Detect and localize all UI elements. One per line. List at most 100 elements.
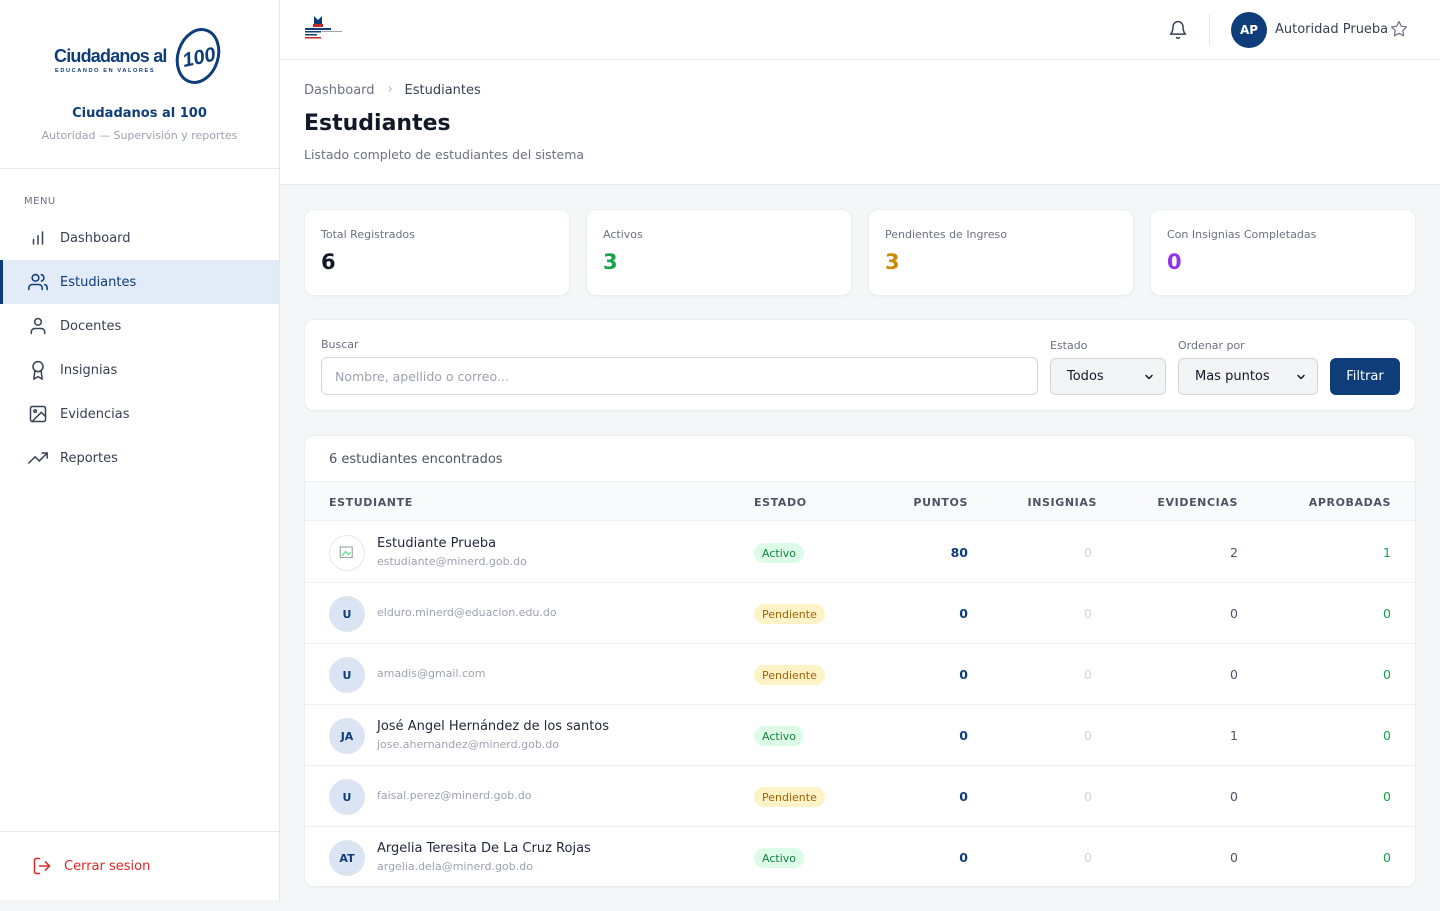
estado-label: Estado: [1050, 339, 1088, 352]
sidebar-item-label: Evidencias: [60, 406, 130, 422]
col-insignias[interactable]: INSIGNIAS: [1028, 496, 1097, 509]
evidences-value: 2: [1230, 545, 1238, 560]
student-avatar: AT: [329, 840, 365, 876]
sidebar-item-reportes[interactable]: Reportes: [0, 436, 279, 480]
menu-label: MENU: [24, 196, 56, 207]
sidebar-item-evidencias[interactable]: Evidencias: [0, 392, 279, 436]
logout-icon: [32, 856, 52, 876]
student-name: José Angel Hernández de los santos: [377, 719, 610, 734]
student-avatar: U: [329, 657, 365, 693]
filter-button[interactable]: Filtrar: [1330, 358, 1400, 395]
points-value: 0: [959, 606, 968, 621]
stat-value: 6: [321, 250, 336, 274]
col-estudiante[interactable]: ESTUDIANTE: [329, 496, 413, 509]
user-avatar[interactable]: AP: [1231, 12, 1267, 48]
estado-select[interactable]: Todos: [1050, 358, 1166, 395]
approved-value: 0: [1383, 667, 1391, 682]
logout-label: Cerrar sesion: [64, 858, 151, 874]
table-row[interactable]: U elduro.minerd@eduacion.edu.do Pendient…: [305, 583, 1415, 644]
stat-card-activos: Activos 3: [586, 209, 852, 296]
status-badge: Activo: [754, 726, 804, 746]
evidences-value: 0: [1230, 789, 1238, 804]
student-email: estudiante@minerd.gob.do: [377, 555, 527, 568]
sidebar-nav: Dashboard Estudiantes Docentes Insignias…: [0, 216, 279, 480]
sidebar-item-label: Reportes: [60, 450, 118, 466]
student-avatar: JA: [329, 718, 365, 754]
stat-value: 3: [603, 250, 618, 274]
table-row[interactable]: AT Argelia Teresita De La Cruz Rojas arg…: [305, 827, 1415, 886]
student-email: faisal.perez@minerd.gob.do: [377, 789, 532, 802]
page-title: Estudiantes: [304, 111, 451, 136]
table-row[interactable]: U faisal.perez@minerd.gob.do Pendiente 0…: [305, 766, 1415, 827]
orden-label: Ordenar por: [1178, 339, 1245, 352]
logo-number: 100: [180, 44, 217, 72]
student-avatar: U: [329, 596, 365, 632]
badges-value: 0: [1084, 850, 1092, 865]
award-icon: [28, 360, 48, 380]
status-badge: Pendiente: [754, 787, 825, 807]
orden-select-value: Mas puntos: [1195, 369, 1270, 384]
bar-chart-icon: [28, 228, 48, 248]
breadcrumb-current: Estudiantes: [404, 83, 481, 98]
status-badge: Activo: [754, 848, 804, 868]
points-value: 0: [959, 789, 968, 804]
sidebar-item-label: Dashboard: [60, 230, 131, 246]
chevron-down-icon: [1295, 371, 1307, 387]
evidences-value: 0: [1230, 606, 1238, 621]
stat-card-insignias: Con Insignias Completadas 0: [1150, 209, 1416, 296]
table-row[interactable]: Estudiante Prueba estudiante@minerd.gob.…: [305, 522, 1415, 583]
star-icon[interactable]: [1390, 20, 1408, 42]
table-header: ESTUDIANTE ESTADO PUNTOS INSIGNIAS EVIDE…: [305, 481, 1415, 521]
results-count: 6 estudiantes encontrados: [329, 452, 503, 467]
brand-title: Ciudadanos al 100: [72, 106, 207, 121]
badges-value: 0: [1084, 606, 1092, 621]
student-avatar: U: [329, 779, 365, 815]
breadcrumb: Dashboard Estudiantes: [304, 83, 481, 98]
status-badge: Activo: [754, 543, 804, 563]
brand-subtitle: Autoridad — Supervisión y reportes: [41, 129, 238, 142]
stat-label: Activos: [603, 228, 643, 241]
badges-value: 0: [1084, 667, 1092, 682]
sidebar-item-label: Docentes: [60, 318, 122, 334]
search-input[interactable]: [321, 357, 1038, 395]
orden-select[interactable]: Mas puntos: [1178, 358, 1318, 395]
logo-text: Ciudadanos al: [54, 46, 167, 66]
table-row[interactable]: U amadis@gmail.com Pendiente 0 0 0 0: [305, 644, 1415, 705]
student-name: Argelia Teresita De La Cruz Rojas: [377, 841, 591, 856]
stat-label: Pendientes de Ingreso: [885, 228, 1008, 241]
points-value: 0: [959, 728, 968, 743]
users-icon: [28, 272, 48, 292]
stat-card-pendientes: Pendientes de Ingreso 3: [868, 209, 1134, 296]
search-label: Buscar: [321, 338, 359, 351]
evidences-value: 0: [1230, 667, 1238, 682]
brand-block: Ciudadanos al EDUCANDO EN VALORES 100 Ci…: [0, 0, 279, 169]
col-estado[interactable]: ESTADO: [754, 496, 807, 509]
sidebar-item-dashboard[interactable]: Dashboard: [0, 216, 279, 260]
estado-select-value: Todos: [1067, 369, 1104, 384]
points-value: 80: [950, 545, 968, 560]
sidebar-item-label: Insignias: [60, 362, 118, 378]
student-name: Estudiante Prueba: [377, 536, 497, 551]
col-puntos[interactable]: PUNTOS: [913, 496, 968, 509]
student-photo: [329, 535, 365, 571]
stat-value: 0: [1167, 250, 1182, 274]
approved-value: 0: [1383, 789, 1391, 804]
table-row[interactable]: JA José Angel Hernández de los santos jo…: [305, 705, 1415, 766]
status-badge: Pendiente: [754, 665, 825, 685]
students-table-card: 6 estudiantes encontrados ESTUDIANTE EST…: [304, 435, 1416, 887]
sidebar-item-insignias[interactable]: Insignias: [0, 348, 279, 392]
topbar-divider: [1209, 14, 1210, 46]
col-aprobadas[interactable]: APROBADAS: [1309, 496, 1391, 509]
chevron-right-icon: [385, 84, 395, 97]
sidebar-item-docentes[interactable]: Docentes: [0, 304, 279, 348]
badges-value: 0: [1084, 728, 1092, 743]
points-value: 0: [959, 667, 968, 682]
sidebar-item-estudiantes[interactable]: Estudiantes: [0, 260, 279, 304]
notifications-bell-icon[interactable]: [1168, 20, 1188, 44]
brand-logo[interactable]: Ciudadanos al EDUCANDO EN VALORES 100: [54, 24, 226, 90]
user-name[interactable]: Autoridad Prueba: [1275, 22, 1388, 37]
logout-button[interactable]: Cerrar sesion: [0, 831, 279, 900]
col-evidencias[interactable]: EVIDENCIAS: [1157, 496, 1238, 509]
breadcrumb-dashboard[interactable]: Dashboard: [304, 83, 375, 98]
sidebar: Ciudadanos al EDUCANDO EN VALORES 100 Ci…: [0, 0, 280, 900]
